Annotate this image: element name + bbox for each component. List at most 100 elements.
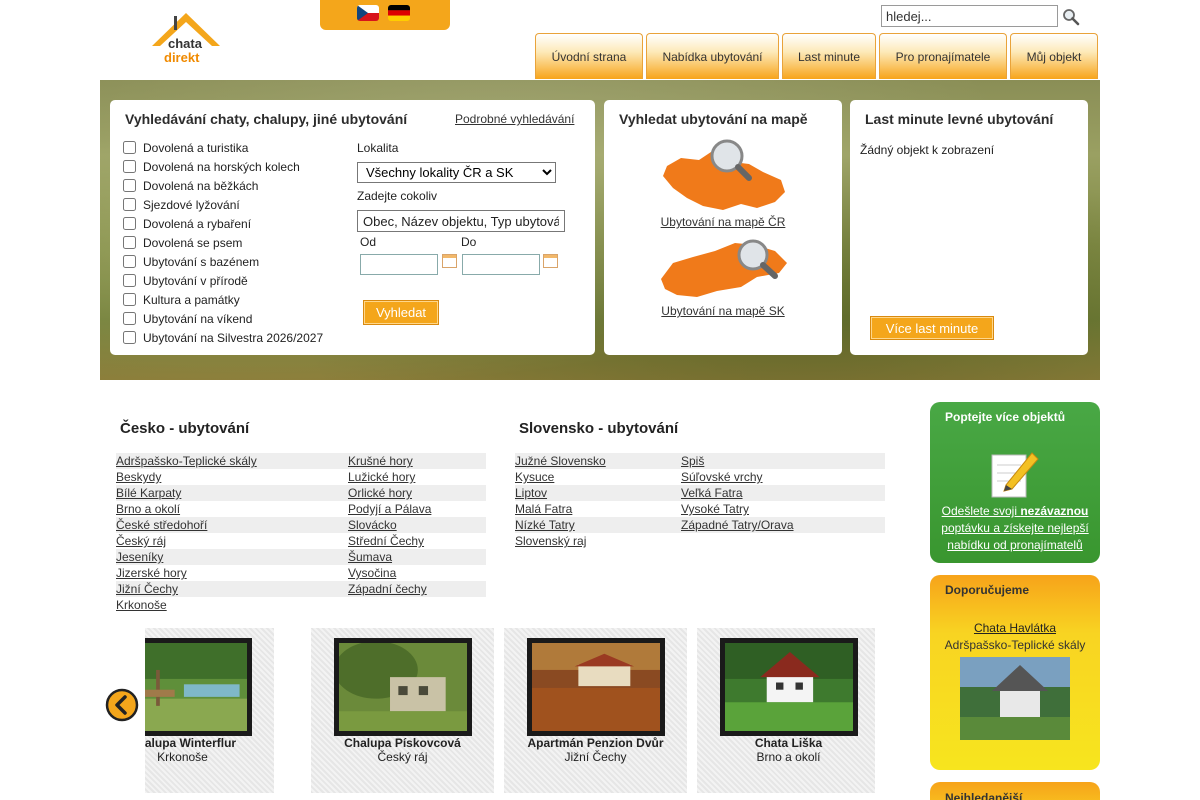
inquiry-text[interactable]: Odešlete svoji nezávaznou poptávku a zís… [930, 503, 1100, 554]
region-link[interactable]: Slovácko [348, 518, 397, 532]
region-link[interactable]: Orlické hory [348, 486, 412, 500]
nav-for-landlords[interactable]: Pro pronajímatele [879, 33, 1007, 79]
nav-home[interactable]: Úvodní strana [535, 33, 643, 79]
region-link[interactable]: Beskydy [116, 470, 348, 484]
more-last-minute-button[interactable]: Více last minute [870, 316, 994, 340]
advanced-search-link[interactable]: Podrobné vyhledávání [455, 112, 574, 126]
map-sk-link[interactable]: Ubytování na mapě SK [604, 304, 842, 318]
calendar-icon[interactable] [442, 254, 457, 268]
region-link[interactable]: Adršpašsko-Teplické skály [116, 454, 348, 468]
category-checkbox[interactable] [123, 179, 136, 192]
region-link[interactable]: Kysuce [515, 470, 681, 484]
nav-last-minute[interactable]: Last minute [782, 33, 876, 79]
region-link[interactable]: Južné Slovensko [515, 454, 681, 468]
property-name[interactable]: Chalupa Winterflur [145, 736, 274, 750]
category-checkbox[interactable] [123, 255, 136, 268]
czech-map-magnifier-icon[interactable] [659, 136, 789, 214]
category-item[interactable]: Ubytování na víkend [123, 309, 323, 328]
region-link[interactable]: Spiš [681, 454, 704, 468]
czech-flag-icon[interactable] [357, 5, 379, 21]
page: chata direkt Úvodní strana Nabídka ubyto… [0, 0, 1200, 800]
category-item[interactable]: Kultura a památky [123, 290, 323, 309]
property-card[interactable]: Chalupa Pískovcová Český ráj [311, 628, 494, 793]
region-link[interactable]: Západní čechy [348, 582, 427, 596]
inquiry-link[interactable]: Odešlete svoji nezávaznou poptávku a zís… [941, 504, 1088, 552]
property-card[interactable]: Chata Liška Brno a okolí [697, 628, 875, 793]
region-link[interactable]: Malá Fatra [515, 502, 681, 516]
region-link[interactable]: Brno a okolí [116, 502, 348, 516]
map-cz-link[interactable]: Ubytování na mapě ČR [604, 215, 842, 229]
property-photo[interactable] [334, 638, 472, 736]
category-checkbox[interactable] [123, 312, 136, 325]
region-link[interactable]: Český ráj [116, 534, 348, 548]
region-link[interactable]: České středohoří [116, 518, 348, 532]
german-flag-icon[interactable] [388, 5, 410, 21]
category-checkbox[interactable] [123, 293, 136, 306]
property-photo[interactable] [527, 638, 665, 736]
category-checkbox[interactable] [123, 331, 136, 344]
chatadirekt-logo[interactable]: chata direkt [150, 12, 222, 66]
calendar-icon[interactable] [543, 254, 558, 268]
region-link[interactable]: Jižní Čechy [116, 582, 348, 596]
region-link[interactable]: Jeseníky [116, 550, 348, 564]
slovak-map-magnifier-icon[interactable] [657, 233, 792, 301]
region-link[interactable]: Jizerské hory [116, 566, 348, 580]
date-from-input[interactable] [360, 254, 438, 275]
carousel-prev-arrow-icon[interactable] [105, 688, 139, 722]
keyword-input[interactable] [357, 210, 565, 232]
category-checkbox[interactable] [123, 217, 136, 230]
region-link[interactable]: Súľovské vrchy [681, 470, 763, 484]
nav-my-property[interactable]: Můj objekt [1010, 33, 1098, 79]
pencil-note-icon[interactable] [988, 447, 1040, 499]
category-item[interactable]: Ubytování v přírodě [123, 271, 323, 290]
search-icon[interactable] [1062, 8, 1080, 26]
region-link[interactable]: Vysočina [348, 566, 396, 580]
region-link[interactable]: Lužické hory [348, 470, 415, 484]
category-item[interactable]: Dovolená na horských kolech [123, 157, 323, 176]
category-checkbox[interactable] [123, 236, 136, 249]
recommended-box: Doporučujeme Chata Havlátka Adršpašsko-T… [930, 575, 1100, 770]
table-row: Český ráj Střední Čechy [116, 533, 486, 549]
category-item[interactable]: Dovolená se psem [123, 233, 323, 252]
region-link[interactable]: Krkonoše [116, 598, 348, 612]
region-link[interactable]: Nízké Tatry [515, 518, 681, 532]
table-row: Južné Slovensko Spiš [515, 453, 885, 469]
search-submit-button[interactable]: Vyhledat [363, 300, 439, 325]
category-item[interactable]: Dovolená a rybaření [123, 214, 323, 233]
date-to-input[interactable] [462, 254, 540, 275]
category-checkbox[interactable] [123, 274, 136, 287]
category-item[interactable]: Ubytování s bazénem [123, 252, 323, 271]
category-item[interactable]: Dovolená a turistika [123, 138, 323, 157]
category-item[interactable]: Dovolená na běžkách [123, 176, 323, 195]
nav-accommodation-offer[interactable]: Nabídka ubytování [646, 33, 779, 79]
anything-label: Zadejte cokoliv [357, 189, 438, 203]
property-name[interactable]: Chalupa Pískovcová [311, 736, 494, 750]
region-link[interactable]: Podyjí a Pálava [348, 502, 431, 516]
region-link[interactable]: Střední Čechy [348, 534, 424, 548]
recommended-property-link[interactable]: Chata Havlátka [930, 621, 1100, 635]
category-item[interactable]: Ubytování na Silvestra 2026/2027 [123, 328, 323, 347]
region-link[interactable]: Krušné hory [348, 454, 413, 468]
category-item[interactable]: Sjezdové lyžování [123, 195, 323, 214]
region-link[interactable]: Bílé Karpaty [116, 486, 348, 500]
category-checkbox[interactable] [123, 198, 136, 211]
property-name[interactable]: Chata Liška [697, 736, 875, 750]
site-search-input[interactable] [881, 5, 1058, 27]
region-link[interactable]: Šumava [348, 550, 392, 564]
region-link[interactable]: Vysoké Tatry [681, 502, 749, 516]
locality-select[interactable]: Všechny lokality ČR a SK [357, 162, 556, 183]
property-card[interactable]: Chalupa Winterflur Krkonoše [145, 628, 274, 793]
category-checkbox[interactable] [123, 141, 136, 154]
property-photo[interactable] [720, 638, 858, 736]
recommended-photo[interactable] [960, 657, 1070, 740]
category-checkbox[interactable] [123, 160, 136, 173]
region-link[interactable]: Liptov [515, 486, 681, 500]
most-searched-title: Nejhledanější [945, 791, 1023, 800]
region-link[interactable]: Slovenský raj [515, 534, 681, 548]
property-name[interactable]: Apartmán Penzion Dvůr [504, 736, 687, 750]
table-row: Liptov Veľká Fatra [515, 485, 885, 501]
region-link[interactable]: Veľká Fatra [681, 486, 743, 500]
region-link[interactable]: Západné Tatry/Orava [681, 518, 794, 532]
property-photo[interactable] [145, 638, 252, 736]
property-card[interactable]: Apartmán Penzion Dvůr Jižní Čechy [504, 628, 687, 793]
